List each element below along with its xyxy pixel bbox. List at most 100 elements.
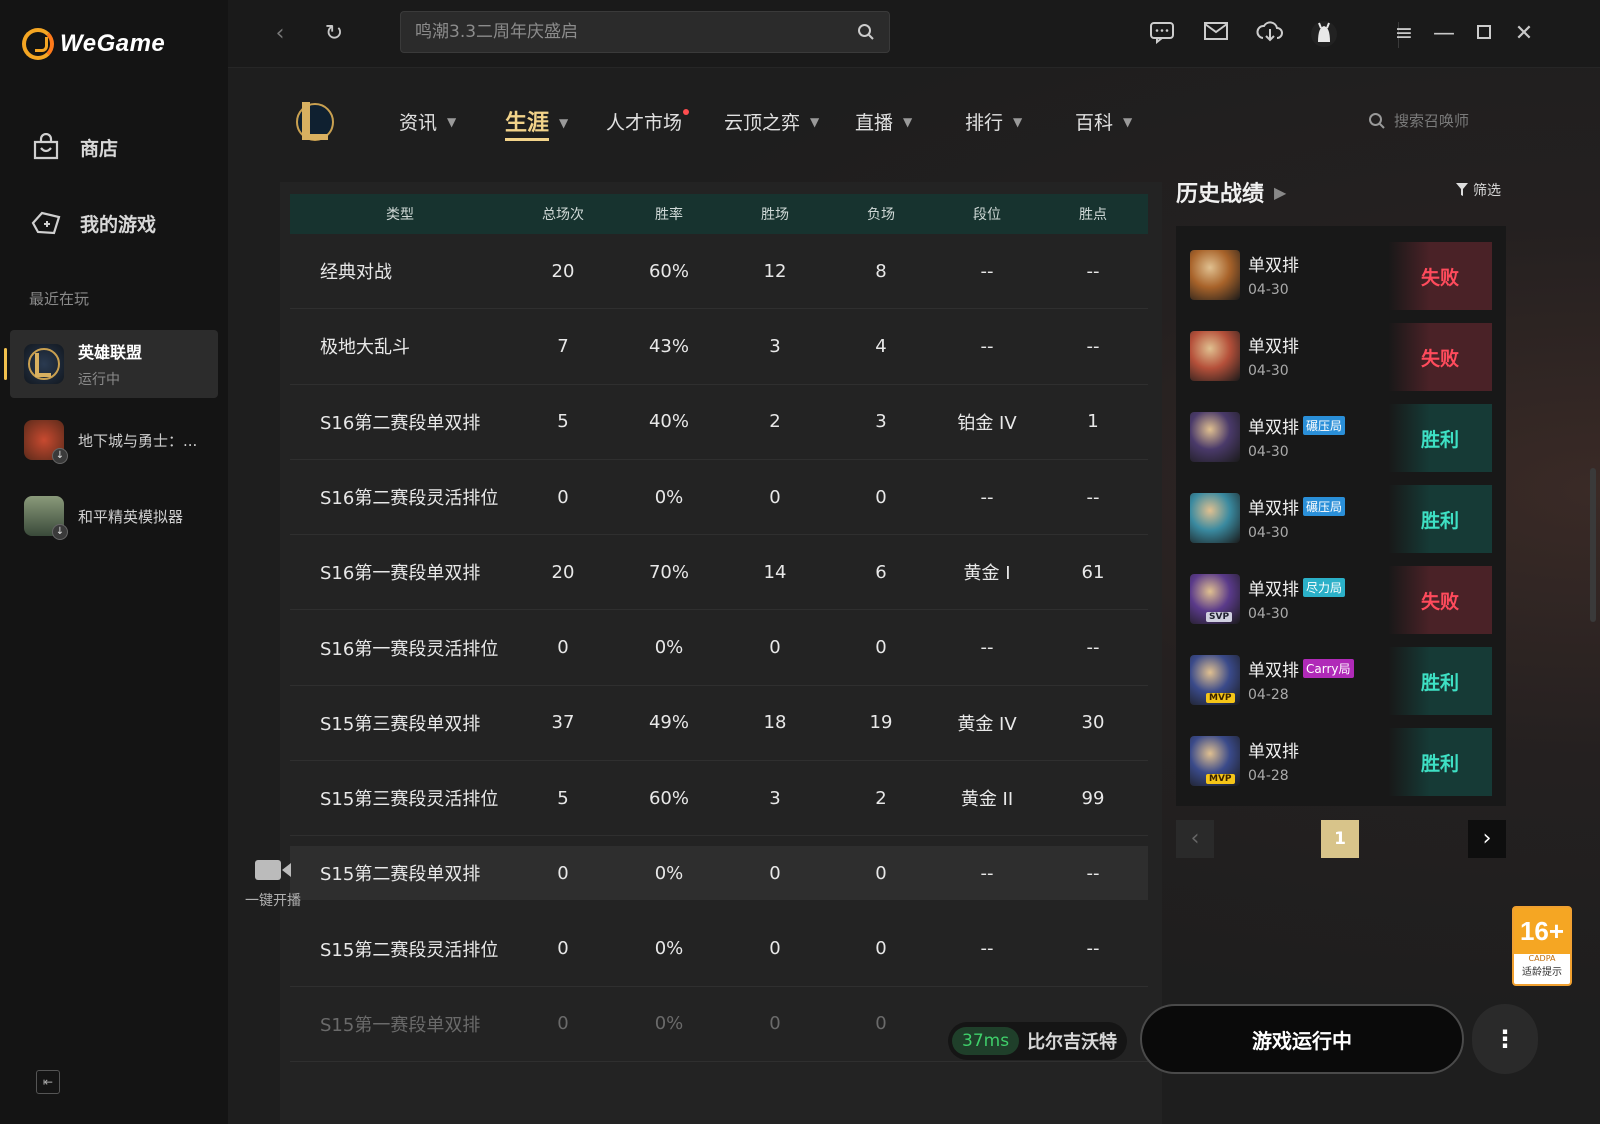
table-row[interactable]: S15第三赛段灵活排位 5 60% 3 2 黄金 II 99 [290, 761, 1148, 837]
table-cell: 黄金 II [960, 789, 1014, 811]
tab-news[interactable]: 资讯 ▼ [399, 108, 456, 135]
match-result: 失败 [1388, 566, 1492, 634]
match-result: 胜利 [1388, 485, 1492, 553]
nav-store[interactable]: 商店 [30, 132, 118, 162]
match-card[interactable]: SVP 单双排 尽力局 04-30 失败 [1190, 558, 1492, 639]
back-icon[interactable]: ‹ [266, 20, 294, 48]
age-rating-note: 适龄提示 [1522, 967, 1562, 978]
match-card[interactable]: 单双排 04-30 失败 [1190, 315, 1492, 396]
table-row[interactable]: S16第二赛段单双排 5 40% 2 3 铂金 IV 1 [290, 385, 1148, 460]
brand-name: WeGame [60, 30, 166, 57]
table-cell: -- [1086, 637, 1100, 659]
champion-avatar: MVP [1190, 735, 1240, 786]
table-cell: -- [1086, 335, 1100, 357]
recent-game-dnf[interactable]: ↓ 地下城与勇士：... [10, 406, 218, 474]
match-history-list: 单双排 04-30 失败 单双排 04-30 失败 单双排 碾压局 04-30 胜利 单双排 碾压局 0… [1176, 226, 1506, 806]
table-cell: -- [980, 637, 994, 659]
match-history-title[interactable]: 历史战绩 ▶ [1176, 176, 1286, 208]
champion-avatar: MVP [1190, 654, 1240, 705]
column-header: 胜率 [655, 207, 683, 223]
tab-live[interactable]: 直播 ▼ [855, 108, 912, 135]
summoner-search[interactable]: 搜索召唤师 [1368, 110, 1469, 131]
game-running-button[interactable]: 游戏运行中 [1140, 1004, 1464, 1074]
close-icon[interactable]: ✕ [1510, 20, 1538, 48]
table-cell: 99 [1081, 787, 1105, 809]
table-cell: 0 [557, 1013, 569, 1035]
tab-tft[interactable]: 云顶之弈 ▼ [724, 108, 819, 135]
mvp-badge: SVP [1206, 611, 1233, 622]
table-row[interactable]: S15第三赛段单双排 37 49% 18 19 黄金 IV 30 [290, 686, 1148, 762]
table-row[interactable]: S16第一赛段单双排 20 70% 14 6 黄金 I 61 [290, 535, 1148, 611]
chevron-right-icon: ▶ [1274, 182, 1287, 202]
scrollbar[interactable] [1590, 468, 1596, 622]
match-result: 失败 [1388, 323, 1492, 391]
table-row[interactable]: 经典对战 20 60% 12 8 -- -- [290, 234, 1148, 310]
match-date: 04-30 [1248, 606, 1289, 622]
table-cell: -- [980, 260, 994, 282]
table-cell: 0 [557, 938, 569, 960]
lol-logo-icon[interactable] [290, 96, 336, 146]
match-card[interactable]: 单双排 04-30 失败 [1190, 234, 1492, 315]
table-cell: 4 [875, 335, 887, 357]
match-mode: 单双排 [1248, 742, 1299, 762]
match-mode: 单双排 [1248, 580, 1299, 600]
filter-button[interactable]: 筛选 [1456, 180, 1501, 200]
table-cell: 0% [654, 637, 684, 659]
table-cell: 60% [648, 260, 689, 282]
match-card[interactable]: 单双排 碾压局 04-30 胜利 [1190, 396, 1492, 477]
tab-wiki[interactable]: 百科 ▼ [1075, 108, 1132, 135]
match-card[interactable]: MVP 单双排 Carry局 04-28 胜利 [1190, 639, 1492, 720]
global-search[interactable] [400, 11, 890, 53]
tab-career[interactable]: 生涯 ▼ [505, 105, 568, 141]
collapse-sidebar-icon[interactable]: ⇤ [36, 1070, 60, 1094]
tab-ranking[interactable]: 排行 ▼ [965, 108, 1022, 135]
table-cell: S15第二赛段单双排 [320, 864, 481, 886]
maximize-icon[interactable] [1470, 20, 1498, 48]
table-cell: -- [980, 335, 994, 357]
ranked-stats-table: 类型 总场次 胜率 胜场 负场 段位 胜点 经典对战 20 60% 12 8 -- -- 极地… [280, 182, 1162, 1124]
wegame-logo[interactable]: WeGame [22, 28, 165, 60]
mvp-badge: MVP [1206, 692, 1235, 703]
more-options-button[interactable]: ⋮ [1472, 1004, 1538, 1074]
chevron-down-icon: ▼ [447, 114, 457, 129]
champion-avatar [1190, 330, 1240, 381]
table-cell: -- [1086, 486, 1100, 508]
chat-icon[interactable] [1148, 20, 1176, 48]
user-avatar[interactable] [1310, 20, 1338, 48]
match-card[interactable]: MVP 单双排 04-28 胜利 [1190, 720, 1492, 801]
prev-page-button[interactable]: ‹ [1176, 820, 1214, 858]
match-mode: 单双排 [1248, 337, 1299, 357]
table-row[interactable]: S15第二赛段单双排 0 0% 0 0 -- -- [290, 846, 1148, 901]
next-page-button[interactable]: › [1468, 820, 1506, 858]
table-cell: 0 [875, 486, 887, 508]
current-page[interactable]: 1 [1321, 820, 1359, 858]
mail-icon[interactable] [1202, 20, 1230, 48]
recent-game-pubg[interactable]: ↓ 和平精英模拟器 [10, 482, 218, 550]
table-row[interactable]: 极地大乱斗 7 43% 3 4 -- -- [290, 309, 1148, 385]
match-mode: 单双排 [1248, 418, 1299, 438]
match-mode: 单双排 [1248, 256, 1299, 276]
menu-icon[interactable]: ≡ [1390, 20, 1418, 48]
table-row[interactable]: S16第一赛段灵活排位 0 0% 0 0 -- -- [290, 610, 1148, 686]
table-cell: 2 [769, 411, 781, 433]
table-row[interactable]: S15第二赛段灵活排位 0 0% 0 0 -- -- [290, 911, 1148, 987]
chevron-down-icon: ▼ [810, 114, 820, 129]
recent-game-lol[interactable]: 英雄联盟 运行中 [4, 330, 218, 398]
search-icon[interactable] [857, 23, 875, 41]
nav-store-label: 商店 [80, 137, 119, 160]
refresh-icon[interactable]: ↻ [320, 20, 348, 48]
nav-my-games[interactable]: 我的游戏 [30, 208, 156, 238]
start-live-button[interactable]: 一键开播 [238, 858, 308, 910]
game-name: 和平精英模拟器 [78, 507, 184, 526]
minimize-icon[interactable]: — [1430, 20, 1458, 48]
search-input[interactable] [415, 22, 845, 42]
match-date: 04-30 [1248, 363, 1289, 379]
table-cell: 0 [769, 637, 781, 659]
server-status[interactable]: 37ms 比尔吉沃特 [948, 1022, 1128, 1060]
download-manager-icon[interactable] [1256, 20, 1284, 48]
table-row[interactable]: S16第二赛段灵活排位 0 0% 0 0 -- -- [290, 460, 1148, 536]
notification-dot [683, 108, 690, 115]
tab-talent-market[interactable]: 人才市场 [606, 108, 690, 135]
table-cell: 70% [648, 561, 689, 583]
match-card[interactable]: 单双排 碾压局 04-30 胜利 [1190, 477, 1492, 558]
